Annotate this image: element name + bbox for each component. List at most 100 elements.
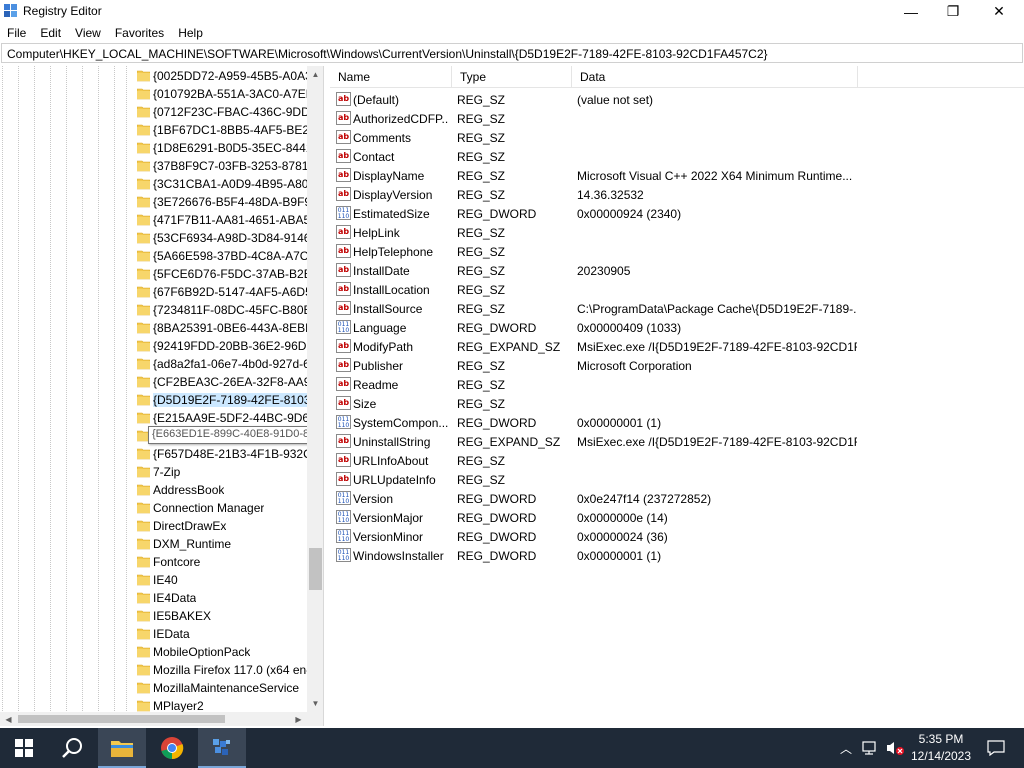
tree-item[interactable]: MobileOptionPack — [0, 643, 307, 661]
tree-horizontal-scrollbar[interactable]: ◀ ▶ — [0, 712, 307, 726]
values-pane[interactable]: Name Type Data ab (Default) REG_SZ (value n… — [330, 66, 1024, 726]
value-row[interactable]: ab UninstallString REG_EXPAND_SZ MsiExec.ex… — [330, 432, 1024, 451]
folder-icon — [137, 664, 150, 676]
value-row[interactable]: ab DisplayVersion REG_SZ 14.36.32532 — [330, 185, 1024, 204]
column-header-type[interactable]: Type — [452, 66, 572, 88]
tree-item[interactable]: {CF2BEA3C-26EA-32F8-AA9B — [0, 373, 307, 391]
menu-edit[interactable]: Edit — [33, 23, 68, 42]
value-type: REG_SZ — [457, 131, 506, 145]
tree-item[interactable]: DirectDrawEx — [0, 517, 307, 535]
value-row[interactable]: ab ModifyPath REG_EXPAND_SZ MsiExec.exe /I{… — [330, 337, 1024, 356]
maximize-button[interactable]: ❐ — [930, 0, 976, 23]
binary-value-icon: 011 110 — [336, 529, 351, 543]
tree-item[interactable]: {53CF6934-A98D-3D84-9146- — [0, 229, 307, 247]
value-row[interactable]: ab Readme REG_SZ — [330, 375, 1024, 394]
close-button[interactable]: ✕ — [976, 0, 1022, 23]
tree-item[interactable]: AddressBook — [0, 481, 307, 499]
column-headers: Name Type Data — [330, 66, 1024, 88]
value-row[interactable]: 011 110 VersionMinor REG_DWORD 0x00000024 (3… — [330, 527, 1024, 546]
value-row[interactable]: 011 110 Language REG_DWORD 0x00000409 (1033) — [330, 318, 1024, 337]
taskbar-file-explorer[interactable] — [98, 728, 146, 768]
tree-item[interactable]: {010792BA-551A-3AC0-A7EF- — [0, 85, 307, 103]
tree-item[interactable]: MozillaMaintenanceService — [0, 679, 307, 697]
tree-item[interactable]: Fontcore — [0, 553, 307, 571]
tree-item[interactable]: IE40 — [0, 571, 307, 589]
value-row[interactable]: ab URLUpdateInfo REG_SZ — [330, 470, 1024, 489]
scroll-left-icon[interactable]: ◀ — [0, 712, 17, 726]
tree-item[interactable]: {D5D19E2F-7189-42FE-8103-9 — [0, 391, 307, 409]
taskbar-clock[interactable]: 5:35 PM 12/14/2023 — [910, 731, 972, 765]
tree-item[interactable]: {5A66E598-37BD-4C8A-A7CB — [0, 247, 307, 265]
tree-item[interactable]: {E215AA9E-5DF2-44BC-9D6F- — [0, 409, 307, 427]
value-row[interactable]: ab HelpTelephone REG_SZ — [330, 242, 1024, 261]
value-row[interactable]: ab InstallDate REG_SZ 20230905 — [330, 261, 1024, 280]
notifications-button[interactable] — [976, 728, 1016, 768]
tree-item[interactable]: {F657D48E-21B3-4F1B-932C-5 — [0, 445, 307, 463]
show-hidden-icons-button[interactable]: ︿ — [836, 728, 856, 768]
tree-item[interactable]: {8BA25391-0BE6-443A-8EBF- — [0, 319, 307, 337]
menu-file[interactable]: File — [0, 23, 33, 42]
tree-item[interactable]: {0712F23C-FBAC-436C-9DDB — [0, 103, 307, 121]
tree-item-label: {7234811F-08DC-45FC-B80E- — [153, 303, 307, 317]
tree-item[interactable]: {92419FDD-20BB-36E2-96D2- — [0, 337, 307, 355]
tree-item[interactable]: 7-Zip — [0, 463, 307, 481]
tree-item-label: Mozilla Firefox 117.0 (x64 en- — [153, 663, 307, 677]
menu-view[interactable]: View — [68, 23, 108, 42]
value-row[interactable]: ab InstallLocation REG_SZ — [330, 280, 1024, 299]
tree-item[interactable]: IE4Data — [0, 589, 307, 607]
value-row[interactable]: 011 110 VersionMajor REG_DWORD 0x0000000e (1… — [330, 508, 1024, 527]
tree-item[interactable]: {1D8E6291-B0D5-35EC-8441- — [0, 139, 307, 157]
tree-pane[interactable]: {0025DD72-A959-45B5-A0A3- {010792BA-551A-… — [0, 66, 324, 726]
volume-button[interactable] — [884, 728, 906, 768]
value-row[interactable]: ab Publisher REG_SZ Microsoft Corporation — [330, 356, 1024, 375]
address-bar[interactable]: Computer\HKEY_LOCAL_MACHINE\SOFTWARE\Mic… — [1, 43, 1023, 63]
scroll-thumb[interactable] — [309, 548, 322, 590]
value-row[interactable]: 011 110 SystemCompon... REG_DWORD 0x00000001… — [330, 413, 1024, 432]
taskbar-regedit[interactable] — [198, 728, 246, 768]
tree-item[interactable]: {37B8F9C7-03FB-3253-8781-2 — [0, 157, 307, 175]
menu-favorites[interactable]: Favorites — [108, 23, 171, 42]
tree-item[interactable]: {67F6B92D-5147-4AF5-A6D5- — [0, 283, 307, 301]
value-row[interactable]: ab AuthorizedCDFP... REG_SZ — [330, 109, 1024, 128]
value-row[interactable]: ab Contact REG_SZ — [330, 147, 1024, 166]
scroll-down-icon[interactable]: ▼ — [307, 695, 323, 712]
value-row[interactable]: ab URLInfoAbout REG_SZ — [330, 451, 1024, 470]
tree-vertical-scrollbar[interactable]: ▲ ▼ — [307, 66, 323, 712]
tree-item[interactable]: {7234811F-08DC-45FC-B80E- — [0, 301, 307, 319]
tree-item[interactable]: Connection Manager — [0, 499, 307, 517]
tree-item[interactable]: {0025DD72-A959-45B5-A0A3- — [0, 67, 307, 85]
tree-item[interactable]: IEData — [0, 625, 307, 643]
tree-item[interactable]: {1BF67DC1-8BB5-4AF5-BE20- — [0, 121, 307, 139]
value-row[interactable]: ab Comments REG_SZ — [330, 128, 1024, 147]
tree-item[interactable]: Mozilla Firefox 117.0 (x64 en- — [0, 661, 307, 679]
value-type: REG_SZ — [457, 397, 506, 411]
column-header-name[interactable]: Name — [330, 66, 452, 88]
value-row[interactable]: ab DisplayName REG_SZ Microsoft Visual C++ … — [330, 166, 1024, 185]
column-header-data[interactable]: Data — [572, 66, 858, 88]
scroll-right-icon[interactable]: ▶ — [290, 712, 307, 726]
scroll-up-icon[interactable]: ▲ — [307, 66, 323, 83]
menu-help[interactable]: Help — [171, 23, 210, 42]
network-button[interactable] — [860, 728, 882, 768]
value-row[interactable]: ab (Default) REG_SZ (value not set) — [330, 90, 1024, 109]
minimize-button[interactable]: — — [888, 0, 934, 23]
tree-item[interactable]: {3E726676-B5F4-48DA-B9F9- — [0, 193, 307, 211]
search-button[interactable] — [48, 728, 96, 768]
start-button[interactable] — [0, 728, 48, 768]
value-row[interactable]: 011 110 Version REG_DWORD 0x0e247f14 (237272… — [330, 489, 1024, 508]
tree-item[interactable]: {471F7B11-AA81-4651-ABA5- — [0, 211, 307, 229]
value-row[interactable]: 011 110 WindowsInstaller REG_DWORD 0x0000000… — [330, 546, 1024, 565]
value-row[interactable]: 011 110 EstimatedSize REG_DWORD 0x00000924 (… — [330, 204, 1024, 223]
tree-item[interactable]: {ad8a2fa1-06e7-4b0d-927d-6 — [0, 355, 307, 373]
value-row[interactable]: ab HelpLink REG_SZ — [330, 223, 1024, 242]
tree-item[interactable]: {5FCE6D76-F5DC-37AB-B2B8 — [0, 265, 307, 283]
value-type: REG_SZ — [457, 283, 506, 297]
value-row[interactable]: ab InstallSource REG_SZ C:\ProgramData\Pack… — [330, 299, 1024, 318]
taskbar-chrome[interactable] — [148, 728, 196, 768]
tree-item[interactable]: DXM_Runtime — [0, 535, 307, 553]
tree-item[interactable]: {3C31CBA1-A0D9-4B95-A807 — [0, 175, 307, 193]
hscroll-thumb[interactable] — [18, 715, 225, 723]
value-row[interactable]: ab Size REG_SZ — [330, 394, 1024, 413]
tree-item[interactable]: IE5BAKEX — [0, 607, 307, 625]
value-name: EstimatedSize — [353, 207, 430, 221]
